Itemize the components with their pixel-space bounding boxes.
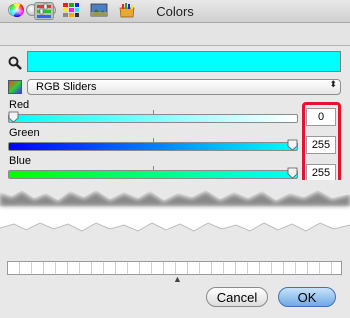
green-slider-thumb[interactable] — [287, 139, 298, 151]
swatch-cell[interactable] — [176, 262, 188, 274]
swatch-cell[interactable] — [44, 262, 56, 274]
chevron-updown-icon: ⬍ — [329, 79, 337, 89]
color-wheel-tab[interactable] — [8, 2, 28, 20]
picker-toolbar — [0, 23, 350, 46]
swatch-cell[interactable] — [308, 262, 320, 274]
green-label: Green — [9, 127, 40, 139]
blue-slider-thumb[interactable] — [287, 167, 298, 179]
swatch-cell[interactable] — [248, 262, 260, 274]
cancel-button[interactable]: Cancel — [206, 287, 268, 307]
swatch-cell[interactable] — [92, 262, 104, 274]
color-wheel-icon — [10, 3, 24, 17]
swatch-cell[interactable] — [188, 262, 200, 274]
red-slider-track[interactable] — [8, 114, 298, 123]
blue-label: Blue — [9, 155, 32, 167]
palettes-icon — [63, 3, 79, 17]
resize-grip-icon[interactable]: ▲ — [173, 274, 182, 284]
swatch-cell[interactable] — [116, 262, 128, 274]
image-palettes-icon — [90, 3, 108, 17]
slider-mode-value: RGB Sliders — [36, 81, 97, 93]
swatch-cell[interactable] — [152, 262, 164, 274]
swatch-cell[interactable] — [224, 262, 236, 274]
swatch-cell[interactable] — [296, 262, 308, 274]
color-space-icon[interactable] — [8, 80, 22, 94]
red-label: Red — [9, 99, 30, 111]
color-palettes-tab[interactable] — [62, 2, 82, 20]
swatch-cell[interactable] — [212, 262, 224, 274]
crayons-tab[interactable] — [118, 2, 138, 20]
slider-mode-select[interactable]: RGB Sliders ⬍ — [27, 79, 341, 95]
swatch-cell[interactable] — [272, 262, 284, 274]
swatch-cell[interactable] — [128, 262, 140, 274]
red-slider-thumb[interactable] — [8, 111, 19, 123]
saved-swatches-strip[interactable] — [7, 261, 342, 275]
crayons-icon — [119, 3, 135, 18]
swatch-cell[interactable] — [20, 262, 32, 274]
swatch-cell[interactable] — [140, 262, 152, 274]
swatch-cell[interactable] — [260, 262, 272, 274]
swatch-cell[interactable] — [200, 262, 212, 274]
red-slider-tick — [153, 110, 154, 114]
swatch-cell[interactable] — [8, 262, 20, 274]
blue-slider-tick — [153, 166, 154, 170]
current-color-swatch[interactable] — [27, 51, 341, 72]
image-palettes-tab[interactable] — [90, 2, 110, 20]
blue-slider-track[interactable] — [8, 170, 298, 179]
swatch-cell[interactable] — [56, 262, 68, 274]
swatch-cell[interactable] — [68, 262, 80, 274]
swatch-cell[interactable] — [320, 262, 332, 274]
green-slider-track[interactable] — [8, 142, 298, 151]
swatch-cell[interactable] — [80, 262, 92, 274]
green-slider-tick — [153, 138, 154, 142]
value-fields-highlight — [302, 102, 341, 184]
swatch-cell[interactable] — [164, 262, 176, 274]
swatch-cell[interactable] — [104, 262, 116, 274]
magnifier-icon[interactable] — [8, 56, 22, 70]
sliders-icon — [37, 3, 51, 18]
swatch-cell[interactable] — [32, 262, 44, 274]
torn-edge-divider — [0, 180, 350, 240]
ok-button[interactable]: OK — [278, 287, 336, 307]
swatch-cell[interactable] — [284, 262, 296, 274]
color-sliders-tab[interactable] — [34, 2, 54, 20]
swatch-cell[interactable] — [236, 262, 248, 274]
